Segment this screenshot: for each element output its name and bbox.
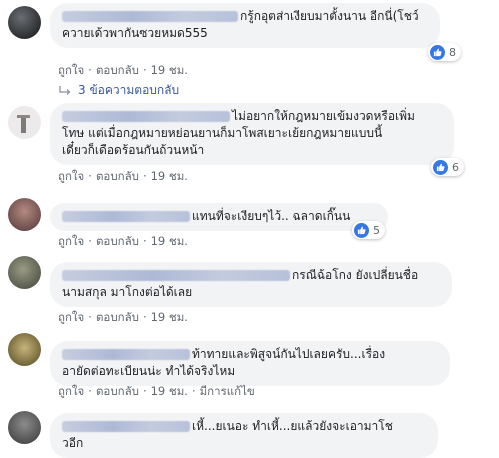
comment-actions: ถูกใจ · ตอบกลับ · 19 ชม. bbox=[58, 169, 188, 183]
commenter-name-blurred[interactable] bbox=[62, 211, 190, 222]
comment-text: เดี๋ยวก็เดือดร้อนกันถ้วนหน้า bbox=[62, 143, 205, 157]
reaction-number: 6 bbox=[452, 160, 459, 174]
reply-link[interactable]: ตอบกลับ bbox=[96, 63, 139, 77]
comment-text: กรู้กอุตส่าเงียบมาตั้งนาน อีกนี่(โชว์ bbox=[240, 9, 419, 23]
comment-text: แทนที่จะเงียบๆไว้.. ฉลาดเกิ๊นน bbox=[192, 209, 351, 223]
comment-text: ท้าทายและพิสูจน์กันไปเลยครับ...เรื่อง bbox=[192, 347, 386, 361]
comment-bubble: กรณีฉ้อโกง ยังเปลี่ยนชื่อ นามสกุล มาโกงต… bbox=[50, 262, 452, 307]
comment-actions: ถูกใจ · ตอบกลับ · 19 ชม. bbox=[58, 310, 188, 324]
reaction-count[interactable]: 5 bbox=[352, 221, 385, 239]
like-link[interactable]: ถูกใจ bbox=[58, 310, 84, 324]
comment-text: เหี้...ยเนอะ ทำเหี้...ยแล้วยังจะเอามาโช bbox=[192, 419, 393, 433]
view-replies-link[interactable]: 3 ข้อความตอบกลับ bbox=[58, 81, 179, 100]
like-icon bbox=[433, 159, 448, 175]
avatar[interactable] bbox=[8, 6, 41, 39]
reply-link[interactable]: ตอบกลับ bbox=[96, 310, 139, 324]
timestamp[interactable]: 19 ชม. bbox=[151, 384, 188, 398]
edited-link[interactable]: มีการแก้ไข bbox=[200, 384, 255, 398]
comment-text: ไม่อยากให้กฎหมายเข้มงวดหรือเพิ่ม bbox=[232, 109, 415, 123]
comment-text: นามสกุล มาโกงต่อได้เลย bbox=[62, 285, 193, 299]
comment-text: วอีก bbox=[62, 436, 84, 450]
reaction-count[interactable]: 8 bbox=[428, 43, 461, 61]
reply-link[interactable]: ตอบกลับ bbox=[96, 169, 139, 183]
timestamp[interactable]: 19 ชม. bbox=[151, 234, 188, 248]
comment-text: กรณีฉ้อโกง ยังเปลี่ยนชื่อ bbox=[292, 268, 419, 282]
avatar[interactable] bbox=[8, 256, 41, 289]
reply-link[interactable]: ตอบกลับ bbox=[96, 234, 139, 248]
comment-text: ควายเด้วพากันซวยหมด555 bbox=[62, 26, 208, 40]
comment-text: อายัดต่อทะเบียนน่ะ ทำได้จริงไหม bbox=[62, 364, 236, 378]
commenter-name-blurred[interactable] bbox=[62, 11, 238, 22]
avatar[interactable] bbox=[8, 106, 41, 139]
commenter-name-blurred[interactable] bbox=[62, 270, 290, 281]
like-link[interactable]: ถูกใจ bbox=[58, 63, 84, 77]
avatar[interactable] bbox=[8, 333, 41, 366]
like-link[interactable]: ถูกใจ bbox=[58, 169, 84, 183]
commenter-name-blurred[interactable] bbox=[62, 421, 190, 432]
comment-bubble: เหี้...ยเนอะ ทำเหี้...ยแล้วยังจะเอามาโช … bbox=[50, 413, 438, 458]
reaction-number: 8 bbox=[449, 45, 456, 59]
like-icon bbox=[430, 44, 445, 60]
like-icon bbox=[354, 222, 369, 238]
timestamp[interactable]: 19 ชม. bbox=[151, 63, 188, 77]
comment-actions: ถูกใจ · ตอบกลับ · 19 ชม. bbox=[58, 234, 188, 248]
comment-bubble: ท้าทายและพิสูจน์กันไปเลยครับ...เรื่อง อา… bbox=[50, 341, 450, 386]
timestamp[interactable]: 19 ชม. bbox=[151, 310, 188, 324]
comment-actions: ถูกใจ · ตอบกลับ · 19 ชม. · มีการแก้ไข bbox=[58, 384, 255, 398]
reaction-count[interactable]: 6 bbox=[431, 158, 464, 176]
avatar[interactable] bbox=[8, 411, 41, 444]
comment-bubble: ไม่อยากให้กฎหมายเข้มงวดหรือเพิ่ม โทษ แต่… bbox=[50, 103, 454, 165]
avatar[interactable] bbox=[8, 198, 41, 231]
commenter-name-blurred[interactable] bbox=[62, 111, 230, 122]
like-link[interactable]: ถูกใจ bbox=[58, 384, 84, 398]
timestamp[interactable]: 19 ชม. bbox=[151, 169, 188, 183]
reply-link[interactable]: ตอบกลับ bbox=[96, 384, 139, 398]
commenter-name-blurred[interactable] bbox=[62, 349, 190, 360]
like-link[interactable]: ถูกใจ bbox=[58, 234, 84, 248]
reaction-number: 5 bbox=[373, 223, 380, 237]
comment-bubble: กรู้กอุตส่าเงียบมาตั้งนาน อีกนี่(โชว์ คว… bbox=[50, 3, 440, 48]
comment-bubble: แทนที่จะเงียบๆไว้.. ฉลาดเกิ๊นน bbox=[50, 203, 388, 231]
replies-count: 3 ข้อความตอบกลับ bbox=[78, 83, 180, 97]
reply-arrow-icon bbox=[59, 85, 71, 95]
comment-actions: ถูกใจ · ตอบกลับ · 19 ชม. bbox=[58, 63, 188, 77]
comment-text: โทษ แต่เมื่อกฎหมายหย่อนยานก็มาโพสเยาะเย้… bbox=[62, 126, 383, 140]
